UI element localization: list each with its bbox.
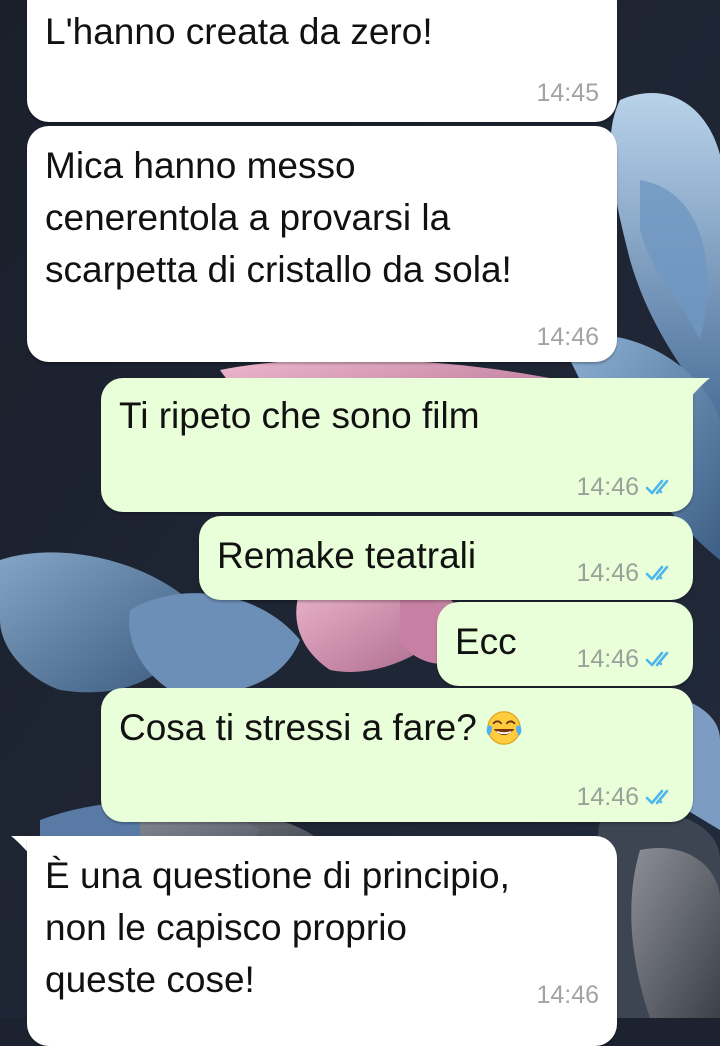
message-meta: 14:46	[536, 980, 599, 1010]
message-text: Remake teatrali	[217, 535, 477, 576]
message-time: 14:46	[576, 645, 639, 673]
message-text: Cosa ti stressi a fare?	[119, 702, 523, 754]
message-time: 14:46	[576, 783, 639, 811]
face-with-tears-of-joy-icon	[486, 711, 522, 745]
message-incoming[interactable]: L'hanno creata da zero! 14:45	[27, 0, 617, 122]
message-meta: 14:45	[536, 78, 599, 108]
message-text: Mica hanno messo cenerentola a provarsi …	[45, 145, 512, 290]
message-outgoing[interactable]: Ecc 14:46	[437, 602, 693, 686]
double-check-icon	[645, 651, 669, 667]
message-meta: 14:46	[576, 472, 675, 502]
double-check-icon	[645, 789, 669, 805]
message-incoming[interactable]: Mica hanno messo cenerentola a provarsi …	[27, 126, 617, 362]
message-incoming[interactable]: È una questione di principio, non le cap…	[27, 836, 617, 1046]
message-text: È una questione di principio, non le cap…	[45, 855, 510, 1000]
message-outgoing[interactable]: Ti ripeto che sono film 14:46	[101, 378, 693, 512]
message-meta: 14:46	[576, 558, 675, 588]
message-meta: 14:46	[536, 322, 599, 352]
message-outgoing[interactable]: Remake teatrali 14:46	[199, 516, 693, 600]
message-time: 14:46	[536, 981, 599, 1009]
double-check-icon	[645, 565, 669, 581]
message-time: 14:45	[536, 79, 599, 107]
message-time: 14:46	[536, 323, 599, 351]
message-meta: 14:46	[576, 782, 675, 812]
message-text-content: Cosa ti stressi a fare?	[119, 707, 477, 748]
message-outgoing[interactable]: Cosa ti stressi a fare? 14:46	[101, 688, 693, 822]
double-check-icon	[645, 479, 669, 495]
bubble-tail	[688, 378, 710, 398]
message-text: Ecc	[455, 621, 517, 662]
message-meta: 14:46	[576, 644, 675, 674]
message-time: 14:46	[576, 559, 639, 587]
chat-transcript[interactable]: L'hanno creata da zero! 14:45 Mica hanno…	[0, 0, 720, 1046]
message-text: Ti ripeto che sono film	[119, 395, 480, 436]
message-time: 14:46	[576, 473, 639, 501]
message-text: L'hanno creata da zero!	[45, 11, 433, 52]
